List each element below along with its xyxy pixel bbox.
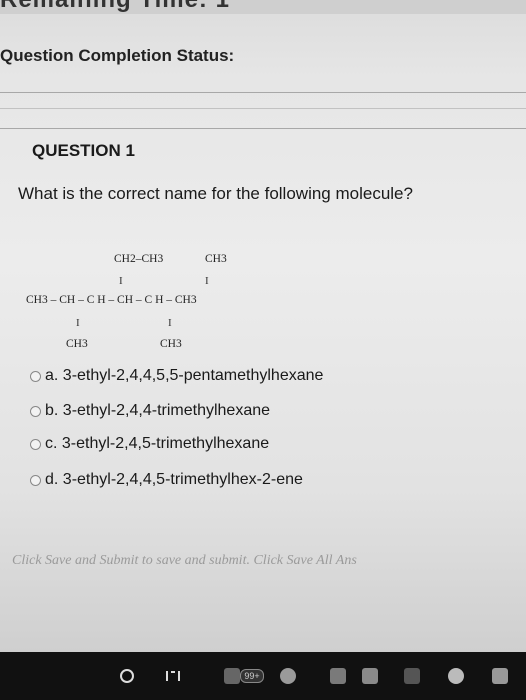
app-icon-4[interactable] bbox=[358, 652, 382, 700]
option-b[interactable]: b. 3-ethyl-2,4,4-trimethylhexane bbox=[30, 400, 270, 422]
save-instructions: Click Save and Submit to save and submit… bbox=[12, 553, 357, 568]
app-tray[interactable]: 99+ bbox=[212, 652, 276, 700]
option-d-letter: d. bbox=[45, 471, 59, 488]
option-a-label: 3-ethyl-2,4,4,5,5-pentamethylhexane bbox=[62, 367, 324, 384]
option-b-label: 3-ethyl-2,4,4-trimethylhexane bbox=[62, 402, 271, 419]
browser-app-icon bbox=[448, 668, 464, 684]
option-b-letter: b. bbox=[45, 402, 59, 419]
camera-app-icon bbox=[330, 668, 346, 684]
bond-bottom-right: I bbox=[168, 317, 172, 329]
photo-app-icon bbox=[280, 668, 296, 684]
question-title: QUESTION 1 bbox=[32, 141, 135, 160]
option-c-label: 3-ethyl-2,4,5-trimethylhexane bbox=[61, 435, 270, 452]
app-icon-7[interactable] bbox=[488, 652, 512, 700]
bond-top-right: I bbox=[205, 275, 209, 287]
circle-home-icon bbox=[120, 669, 134, 683]
option-c-letter: c. bbox=[45, 435, 58, 452]
substituent-methyl-bottom-left: CH3 bbox=[66, 338, 88, 350]
status-divider-2 bbox=[0, 108, 526, 109]
radio-a[interactable] bbox=[30, 370, 41, 382]
substituent-methyl-bottom-right: CH3 bbox=[160, 338, 182, 350]
app-icon-3[interactable] bbox=[326, 652, 350, 700]
main-chain: CH3 – CH – C H – CH – C H – CH3 bbox=[26, 294, 197, 306]
gallery-app-icon bbox=[224, 668, 241, 684]
recents-icon bbox=[166, 671, 180, 681]
question-text: What is the correct name for the followi… bbox=[18, 184, 413, 203]
option-a[interactable]: a. 3-ethyl-2,4,4,5,5-pentamethylhexane bbox=[30, 365, 323, 387]
radio-c[interactable] bbox=[30, 438, 41, 450]
substituent-methyl-top: CH3 bbox=[205, 253, 227, 265]
settings-app-icon bbox=[362, 668, 378, 684]
messages-app-icon bbox=[492, 668, 508, 684]
files-app-icon bbox=[404, 668, 420, 684]
option-c[interactable]: c. 3-ethyl-2,4,5-trimethylhexane bbox=[30, 433, 269, 455]
option-d-label: 3-ethyl-2,4,4,5-trimethylhex-2-ene bbox=[62, 471, 303, 488]
app-icon-5[interactable] bbox=[400, 652, 424, 700]
recents-button[interactable] bbox=[158, 652, 188, 700]
home-button[interactable] bbox=[112, 652, 142, 700]
browser-screen: Remaining Time: 1 Question Completion St… bbox=[0, 0, 526, 652]
option-d[interactable]: d. 3-ethyl-2,4,4,5-trimethylhex-2-ene bbox=[30, 469, 303, 491]
substituent-ethyl: CH2–CH3 bbox=[114, 253, 163, 265]
bond-bottom-left: I bbox=[76, 317, 80, 329]
option-a-letter: a. bbox=[45, 367, 59, 384]
app-icon-6[interactable] bbox=[444, 652, 468, 700]
remaining-time-text: Remaining Time: 1 bbox=[0, 0, 230, 14]
phone-navbar: 99+ bbox=[0, 652, 526, 700]
bond-top-left: I bbox=[119, 275, 123, 287]
question-divider bbox=[0, 128, 526, 129]
app-icon-2[interactable] bbox=[276, 652, 300, 700]
radio-d[interactable] bbox=[30, 474, 41, 486]
completion-status-label: Question Completion Status: bbox=[0, 46, 235, 65]
status-divider bbox=[0, 92, 526, 93]
remaining-time-banner: Remaining Time: 1 bbox=[0, 0, 526, 14]
notification-badge: 99+ bbox=[240, 669, 264, 683]
radio-b[interactable] bbox=[30, 405, 41, 417]
